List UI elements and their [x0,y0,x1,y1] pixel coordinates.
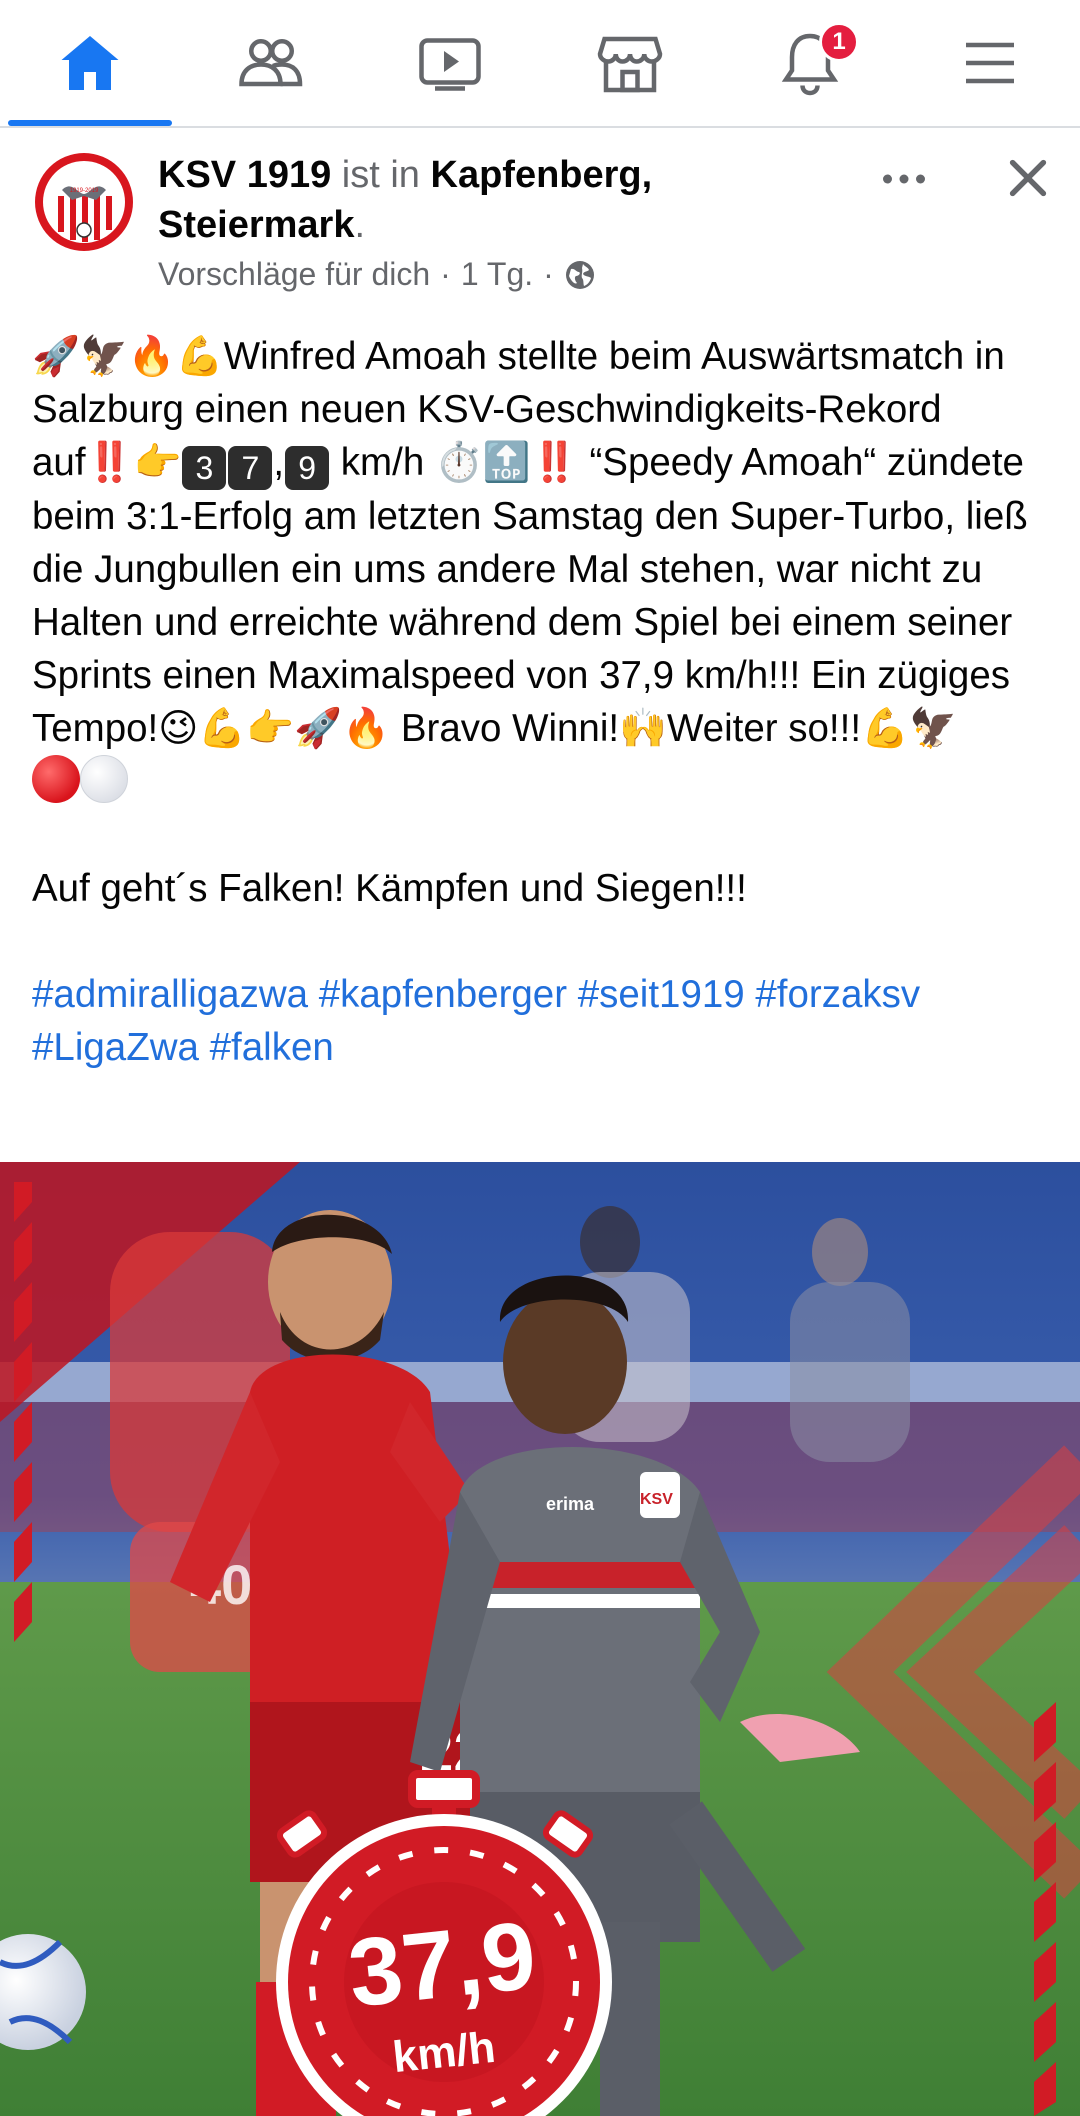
winking-face-icon: 😉 [158,706,199,751]
post-header: KSV 1919-2019 KSV 1919 ist in Kapfenberg… [0,128,1080,318]
post-text: 🚀🦅🔥💪Winfred Amoah stellte beim Auswärtsm… [32,330,1052,1074]
friends-icon [239,39,303,87]
close-icon [1009,159,1047,197]
top-navigation-bar: 1 [0,0,1080,128]
raising-hands-icon: 🙌 [619,706,668,751]
post-author-line: KSV 1919 ist in Kapfenberg, Steiermark. [158,150,718,250]
flexed-biceps-icon: 💪 [861,706,909,751]
svg-text:KSV: KSV [69,168,100,185]
hide-post-button[interactable] [996,146,1060,210]
notification-badge: 1 [819,22,859,62]
checkin-connector: ist in [341,154,420,196]
double-exclamation-icon: ‼️ [530,440,579,485]
home-icon [61,36,119,90]
eagle-icon: 🦅 [79,334,128,379]
author-name-link[interactable]: KSV 1919 [158,154,331,196]
fire-icon: 🔥 [342,706,391,751]
keycap-digit: 7 [228,446,273,490]
svg-text:erima: erima [546,1494,595,1514]
location-suffix: . [354,204,366,246]
post-text-line2: “Speedy Amoah“ zündete beim 3:1-Erfolg a… [32,441,1039,750]
double-exclamation-icon: ‼️ [85,440,134,485]
keycap-digit: 3 [182,446,227,490]
post-hashtags[interactable]: #admiralligazwa #kapfenberger #seit1919 … [32,968,1052,1074]
store-icon [597,36,663,93]
ksv-logo-icon: KSV 1919-2019 [32,150,136,254]
top-arrow-icon: 🔝 [482,440,531,485]
keycap-digit: 9 [285,446,330,490]
globe-icon[interactable] [564,259,596,291]
svg-text:1919-2019: 1919-2019 [70,188,99,194]
post-closing-line: Auf geht´s Falken! Kämpfen und Siegen!!! [32,867,747,910]
nav-tab-friends[interactable] [180,0,360,126]
post-text-line3: Bravo Winni! [390,707,620,750]
red-circle-icon [32,755,80,803]
video-icon [419,38,481,91]
nav-tab-notifications[interactable]: 1 [720,0,900,126]
svg-text:37,9: 37,9 [344,1902,541,2028]
post-options-button[interactable] [872,154,936,204]
post-photo[interactable]: 40 22 KSV erima 37,9 km/h [0,1162,1080,2116]
rocket-icon: 🚀 [294,706,343,751]
nav-tab-menu[interactable] [900,0,1080,126]
speed-comma: , [273,441,285,484]
rocket-icon: 🚀 [32,334,80,379]
eagle-icon: 🦅 [908,706,957,751]
suggestion-source: Vorschläge für dich [158,256,431,292]
nav-tab-marketplace[interactable] [540,0,720,126]
nav-tab-watch[interactable] [360,0,540,126]
nav-tab-home[interactable] [0,0,180,126]
post-text-line4: Weiter so!!! [667,707,862,750]
active-tab-indicator [8,120,172,126]
white-circle-icon [80,755,128,803]
stopwatch-icon: ⏱️ [434,440,483,485]
post-timestamp[interactable]: 1 Tg. [461,256,533,293]
page-avatar[interactable]: KSV 1919-2019 [32,150,136,254]
flexed-biceps-icon: 💪 [198,706,247,751]
pointing-right-icon: 👉 [133,440,182,485]
post-paragraph-main: 🚀🦅🔥💪Winfred Amoah stellte beim Auswärtsm… [32,330,1052,809]
flexed-biceps-icon: 💪 [175,334,224,379]
hamburger-menu-icon [966,42,1014,84]
pointing-right-icon: 👉 [246,706,295,751]
meta-separator: · [440,256,451,292]
fire-icon: 🔥 [127,334,176,379]
post-meta: Vorschläge für dich · 1 Tg. · [158,256,596,293]
meta-separator: · [543,256,554,292]
more-dots-icon [883,174,925,184]
speed-unit: km/h [330,441,425,484]
football-match-photo: 40 22 KSV erima 37,9 km/h [0,1162,1080,2116]
svg-text:KSV: KSV [640,1491,673,1508]
